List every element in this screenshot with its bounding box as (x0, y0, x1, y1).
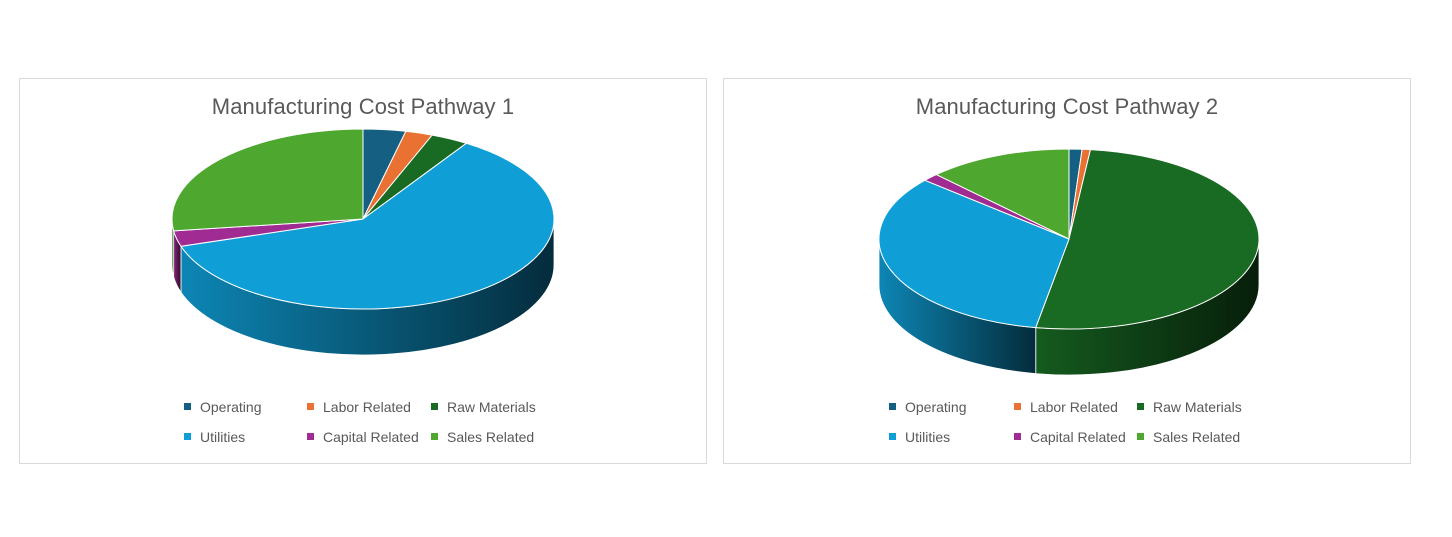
pie-chart-2: Manufacturing Cost Pathway 2 Operating La… (723, 78, 1411, 464)
legend-swatch (184, 402, 191, 410)
legend-label: Operating (905, 399, 967, 415)
legend: Operating Labor Related Raw Materials Utili… (20, 399, 706, 459)
legend-swatch (307, 432, 314, 440)
legend-item-utilities: Utilities (889, 429, 950, 445)
legend-swatch (1137, 402, 1144, 410)
legend-item-labor-related: Labor Related (307, 399, 411, 415)
legend-label: Raw Materials (447, 399, 536, 415)
legend-swatch (1137, 432, 1144, 440)
legend-item-raw-materials: Raw Materials (1137, 399, 1242, 415)
pie-plot (171, 128, 555, 356)
legend-item-labor-related: Labor Related (1014, 399, 1118, 415)
legend-swatch (889, 432, 896, 440)
legend-label: Utilities (200, 429, 246, 445)
pie-chart-1: Manufacturing Cost Pathway 1 Operating La… (19, 78, 707, 464)
legend-label: Operating (200, 399, 262, 415)
legend-label: Utilities (905, 429, 951, 445)
legend-item-utilities: Utilities (184, 429, 245, 445)
legend-item-operating: Operating (184, 399, 261, 415)
legend-label: Labor Related (1030, 399, 1118, 415)
legend-item-capital-related: Capital Related (307, 429, 419, 445)
pie-tops (171, 128, 555, 310)
pie-slice-sales-related (171, 128, 364, 232)
legend-swatch (184, 432, 191, 440)
legend-item-sales-related: Sales Related (1137, 429, 1240, 445)
legend-label: Raw Materials (1153, 399, 1242, 415)
legend-item-operating: Operating (889, 399, 966, 415)
legend-swatch (431, 432, 438, 440)
legend: Operating Labor Related Raw Materials Utili… (724, 399, 1410, 459)
legend-swatch (1014, 432, 1021, 440)
legend-swatch (1014, 402, 1021, 410)
legend-label: Capital Related (1030, 429, 1126, 445)
legend-label: Sales Related (1153, 429, 1241, 445)
legend-label: Capital Related (323, 429, 419, 445)
legend-item-raw-materials: Raw Materials (431, 399, 536, 415)
pie-plot (878, 148, 1260, 376)
legend-label: Labor Related (323, 399, 411, 415)
legend-swatch (889, 402, 896, 410)
legend-label: Sales Related (447, 429, 535, 445)
legend-swatch (307, 402, 314, 410)
legend-item-capital-related: Capital Related (1014, 429, 1126, 445)
legend-item-sales-related: Sales Related (431, 429, 534, 445)
pie-tops (878, 148, 1260, 330)
legend-swatch (431, 402, 438, 410)
